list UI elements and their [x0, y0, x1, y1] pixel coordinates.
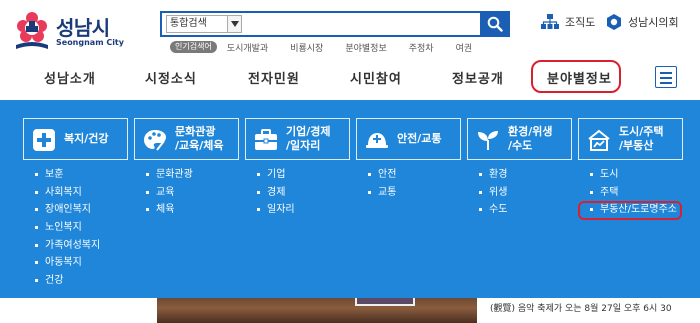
popular-keyword[interactable]: 분야별정보	[345, 41, 386, 54]
submenu-item[interactable]: 장애인복지	[35, 201, 100, 219]
submenu-environment: 환경 위생 수도	[479, 166, 507, 219]
category-label: /일자리	[286, 139, 321, 152]
category-safety-traffic[interactable]: 안전/교통	[356, 118, 461, 160]
council-icon	[607, 14, 621, 30]
category-welfare-health[interactable]: 복지/건강	[23, 118, 128, 160]
submenu-culture-education: 문화관광 교육 체육	[146, 166, 193, 219]
briefcase-icon	[255, 129, 277, 150]
mega-menu: 복지/건강 보훈 사회복지 장애인복지 노인복지 가족여성복지 아동복지 건강 …	[0, 100, 700, 298]
nav-item-participation[interactable]: 시민참여	[350, 68, 402, 87]
category-label: 문화관광	[175, 125, 216, 138]
council-link[interactable]: 성남시의회	[606, 14, 679, 30]
nav-item-about[interactable]: 성남소개	[44, 68, 96, 87]
city-emblem-icon	[16, 12, 48, 49]
org-chart-label: 조직도	[565, 16, 596, 29]
category-label: 복지/건강	[64, 132, 109, 145]
active-nav-highlight	[531, 60, 621, 93]
category-environment[interactable]: 환경/위생 /수도	[467, 118, 572, 160]
category-label: /부동산	[619, 139, 654, 152]
submenu-item[interactable]: 건강	[35, 272, 100, 290]
council-label: 성남시의회	[628, 16, 679, 29]
submenu-item[interactable]: 문화관광	[146, 166, 193, 184]
highlighted-submenu-outline	[578, 201, 682, 220]
category-urban-housing[interactable]: 도시/주택 /부동산	[578, 118, 683, 160]
submenu-business-economy: 기업 경제 일자리	[257, 166, 295, 219]
submenu-item[interactable]: 아동복지	[35, 254, 100, 272]
submenu-item[interactable]: 보훈	[35, 166, 100, 184]
search-scope-select[interactable]: 통합검색	[166, 15, 242, 33]
banner-frame	[355, 298, 415, 306]
main-navigation: 성남소개 시정소식 전자민원 시민참여 정보공개 분야별정보	[0, 60, 700, 100]
logo-english: Seongnam City	[56, 38, 124, 47]
house-chart-icon	[588, 129, 610, 151]
category-culture-education[interactable]: 문화관광 /교육/체육	[134, 118, 239, 160]
popular-keyword[interactable]: 도시개발과	[227, 41, 268, 54]
submenu-item[interactable]: 경제	[257, 184, 295, 202]
category-label: 도시/주택	[619, 125, 664, 138]
submenu-item[interactable]: 주택	[590, 184, 677, 202]
helmet-icon	[366, 133, 388, 148]
header: 성남시 Seongnam City 통합검색 인기검색어 도시개발과 비룡시장 …	[0, 0, 700, 60]
search-scope-value: 통합검색	[170, 18, 207, 29]
submenu-item[interactable]: 사회복지	[35, 184, 100, 202]
category-label: /교육/체육	[175, 139, 224, 152]
submenu-welfare-health: 보훈 사회복지 장애인복지 노인복지 가족여성복지 아동복지 건강	[35, 166, 100, 290]
submenu-item[interactable]: 기업	[257, 166, 295, 184]
org-chart-link[interactable]: 조직도	[541, 14, 595, 30]
submenu-item[interactable]: 도시	[590, 166, 677, 184]
palette-icon	[144, 130, 166, 151]
org-chart-icon	[541, 14, 559, 29]
category-label: 환경/위생	[508, 125, 553, 138]
submenu-item[interactable]: 가족여성복지	[35, 237, 100, 255]
content-strip: (觀覽) 음악 축제가 오는 8월 27일 오후 6시 30	[0, 298, 700, 323]
submenu-item[interactable]: 노인복지	[35, 219, 100, 237]
notice-text[interactable]: (觀覽) 음악 축제가 오는 8월 27일 오후 6시 30	[490, 301, 672, 314]
submenu-item[interactable]: 안전	[368, 166, 396, 184]
popular-keywords: 인기검색어 도시개발과 비룡시장 분야별정보 주정차 여권	[170, 41, 494, 54]
plus-cross-icon	[33, 129, 55, 151]
popular-keyword[interactable]: 여권	[456, 41, 473, 54]
submenu-item[interactable]: 교통	[368, 184, 396, 202]
submenu-item[interactable]: 위생	[479, 184, 507, 202]
leaf-sprout-icon	[478, 131, 498, 150]
submenu-item[interactable]: 환경	[479, 166, 507, 184]
submenu-safety-traffic: 안전 교통	[368, 166, 396, 201]
popular-keyword[interactable]: 주정차	[409, 41, 434, 54]
search-icon	[487, 16, 503, 32]
category-label: 기업/경제	[286, 125, 331, 138]
banner-image[interactable]	[157, 298, 477, 323]
submenu-item[interactable]: 일자리	[257, 201, 295, 219]
hamburger-icon	[660, 72, 672, 74]
category-label: 안전/교통	[397, 132, 442, 145]
submenu-item[interactable]: 교육	[146, 184, 193, 202]
hamburger-menu-button[interactable]	[655, 66, 677, 88]
search-button[interactable]	[480, 11, 510, 37]
search-bar: 통합검색	[160, 11, 510, 37]
popular-keyword[interactable]: 비룡시장	[290, 41, 323, 54]
nav-item-news[interactable]: 시정소식	[145, 68, 197, 87]
nav-item-civil-service[interactable]: 전자민원	[248, 68, 300, 87]
category-business-economy[interactable]: 기업/경제 /일자리	[245, 118, 350, 160]
submenu-item[interactable]: 체육	[146, 201, 193, 219]
city-logo[interactable]: 성남시 Seongnam City	[12, 9, 152, 53]
category-label: /수도	[508, 139, 533, 152]
chevron-down-icon	[227, 16, 241, 32]
nav-item-disclosure[interactable]: 정보공개	[452, 68, 504, 87]
popular-keywords-badge: 인기검색어	[170, 41, 217, 53]
submenu-item[interactable]: 수도	[479, 201, 507, 219]
logo-korean: 성남시	[56, 16, 110, 40]
